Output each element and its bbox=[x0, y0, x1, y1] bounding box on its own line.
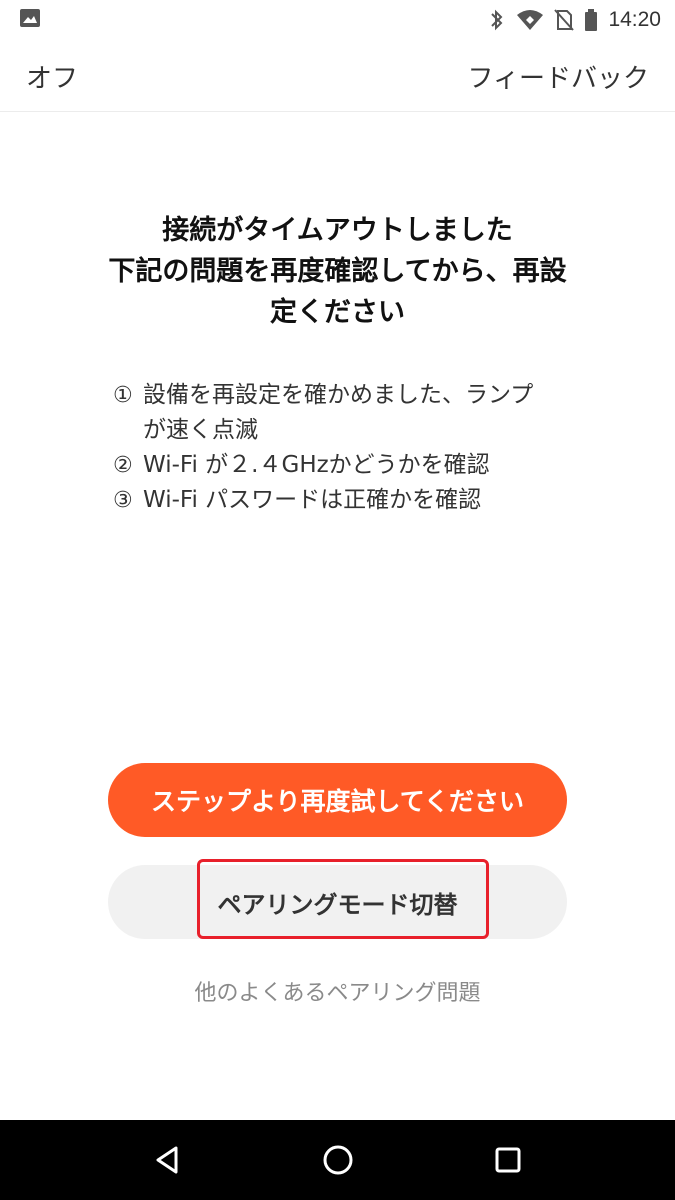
other-pairing-issues-link[interactable]: 他のよくあるペアリング問題 bbox=[0, 975, 675, 1007]
battery-icon bbox=[584, 8, 598, 32]
title-line: 定ください bbox=[270, 297, 405, 328]
image-icon bbox=[18, 6, 42, 34]
wifi-icon bbox=[516, 8, 544, 32]
navigation-bar bbox=[0, 1120, 675, 1200]
checklist-item: ③ Wi-Fi パスワードは正確かを確認 bbox=[113, 483, 553, 518]
home-icon[interactable] bbox=[320, 1142, 356, 1178]
checklist-item: ① 設備を再設定を確かめました、ランプが速く点滅 bbox=[113, 378, 553, 448]
retry-steps-label: ステップより再度試してください bbox=[150, 787, 524, 816]
item-text: Wi-Fi が２.４GHzかどうかを確認 bbox=[143, 452, 490, 478]
title-line: 下記の問題を再度確認してから、再設 bbox=[108, 256, 567, 287]
status-right: 14:20 bbox=[488, 8, 661, 32]
feedback-button[interactable]: フィードバック bbox=[468, 58, 649, 95]
checklist: ① 設備を再設定を確かめました、ランプが速く点滅 ② Wi-Fi が２.４GHz… bbox=[113, 378, 553, 518]
item-number: ① bbox=[113, 383, 133, 408]
retry-steps-button[interactable]: ステップより再度試してください bbox=[108, 763, 567, 837]
timeout-title: 接続がタイムアウトしました 下記の問題を再度確認してから、再設 定ください bbox=[40, 210, 635, 333]
status-bar: 14:20 bbox=[0, 0, 675, 40]
item-number: ③ bbox=[113, 488, 133, 513]
highlight-box bbox=[197, 859, 489, 939]
checklist-item: ② Wi-Fi が２.４GHzかどうかを確認 bbox=[113, 448, 553, 483]
item-text: 設備を再設定を確かめました、ランプが速く点滅 bbox=[143, 382, 534, 443]
no-sim-icon bbox=[554, 8, 575, 32]
back-icon[interactable] bbox=[150, 1142, 186, 1178]
status-left bbox=[18, 6, 42, 34]
clock: 14:20 bbox=[608, 8, 661, 31]
recent-apps-icon[interactable] bbox=[490, 1142, 526, 1178]
item-number: ② bbox=[113, 453, 133, 478]
item-text: Wi-Fi パスワードは正確かを確認 bbox=[143, 487, 482, 513]
title-line: 接続がタイムアウトしました bbox=[162, 215, 513, 246]
top-bar: オフ フィードバック bbox=[0, 40, 675, 112]
bluetooth-icon bbox=[488, 8, 506, 32]
off-button[interactable]: オフ bbox=[26, 58, 78, 95]
